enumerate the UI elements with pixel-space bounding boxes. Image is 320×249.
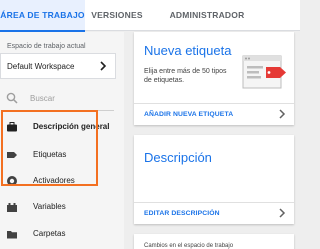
add-new-tag-link[interactable]: AÑADIR NUEVA ETIQUETA: [144, 111, 233, 118]
sidebar-item-variables[interactable]: Variables: [0, 198, 120, 216]
search-icon: [6, 92, 18, 104]
card-footer[interactable]: EDITAR DESCRIPCIÓN: [134, 202, 294, 224]
chevron-right-icon: [279, 109, 286, 119]
variables-icon: [7, 203, 17, 212]
card-title: Nueva etiqueta: [144, 43, 232, 58]
search-input[interactable]: Buscar: [30, 94, 55, 103]
edit-description-link[interactable]: EDITAR DESCRIPCIÓN: [144, 210, 220, 217]
chevron-right-icon: [279, 208, 286, 218]
highlight-annotation: [1, 110, 98, 186]
card-description: Elija entre más de 50 tipos de etiquetas…: [144, 68, 227, 84]
top-tab-bar: ÁREA DE TRABAJO VERSIONES ADMINISTRADOR: [0, 0, 300, 32]
card-title: Descripción: [144, 150, 212, 165]
sidebar-item-label: Carpetas: [33, 229, 66, 238]
workspace-changes-card[interactable]: Cambios en el espacio de trabajo: [134, 234, 294, 249]
card-footer[interactable]: AÑADIR NUEVA ETIQUETA: [134, 103, 294, 125]
new-tag-card[interactable]: Nueva etiqueta Elija entre más de 50 tip…: [134, 32, 294, 125]
sidebar-item-folders[interactable]: Carpetas: [0, 225, 120, 243]
tab-workspace[interactable]: ÁREA DE TRABAJO: [0, 0, 85, 32]
card-title: Cambios en el espacio de trabajo: [144, 243, 234, 249]
workspace-name: Default Workspace: [7, 62, 75, 71]
chevron-right-icon: [100, 61, 107, 71]
tab-versions[interactable]: VERSIONES: [87, 0, 147, 31]
workspace-selector[interactable]: Default Workspace: [0, 53, 116, 79]
workspace-label: Espacio de trabajo actual: [7, 43, 86, 50]
folder-icon: [7, 231, 17, 239]
description-card[interactable]: Descripción EDITAR DESCRIPCIÓN: [134, 135, 294, 224]
tab-admin[interactable]: ADMINISTRADOR: [152, 0, 262, 31]
tag-illustration-icon: [242, 55, 286, 89]
sidebar-item-label: Variables: [33, 202, 66, 211]
